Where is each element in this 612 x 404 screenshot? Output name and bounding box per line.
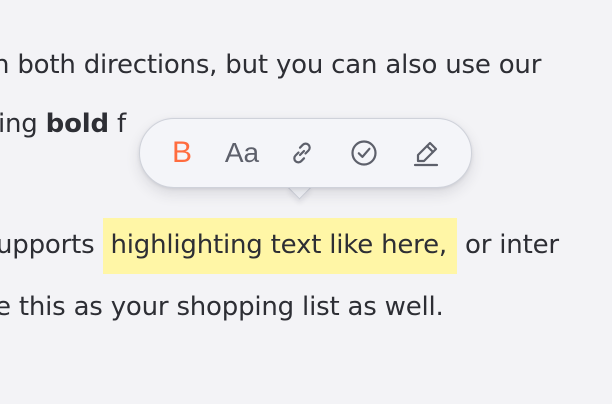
text-segment: or inter — [456, 230, 559, 260]
check-circle-icon — [351, 140, 377, 166]
bold-text: bold — [45, 109, 109, 139]
text-segment: f — [108, 109, 126, 139]
highlight-button[interactable] — [406, 119, 446, 187]
bold-label: B — [171, 136, 192, 169]
paragraph-line-4: e this as your shopping list as well. — [0, 292, 444, 322]
checklist-button[interactable] — [346, 119, 382, 187]
link-icon — [293, 142, 311, 164]
bold-button[interactable]: B — [166, 119, 198, 187]
text-segment: ing — [0, 109, 46, 139]
highlighter-pen-icon — [413, 141, 439, 167]
paragraph-line-3: upports highlighting text like here, or … — [0, 218, 559, 274]
highlighted-text[interactable]: highlighting text like here, — [102, 218, 457, 274]
font-size-label: Aa — [224, 137, 260, 168]
font-size-button[interactable]: Aa — [220, 119, 264, 187]
link-button[interactable] — [284, 119, 320, 187]
text-segment: upports — [0, 230, 103, 260]
paragraph-line-2: ing bold f — [0, 108, 126, 140]
format-toolbar: B Aa — [139, 118, 472, 188]
paragraph-line-1: n both directions, but you can also use … — [0, 50, 542, 80]
